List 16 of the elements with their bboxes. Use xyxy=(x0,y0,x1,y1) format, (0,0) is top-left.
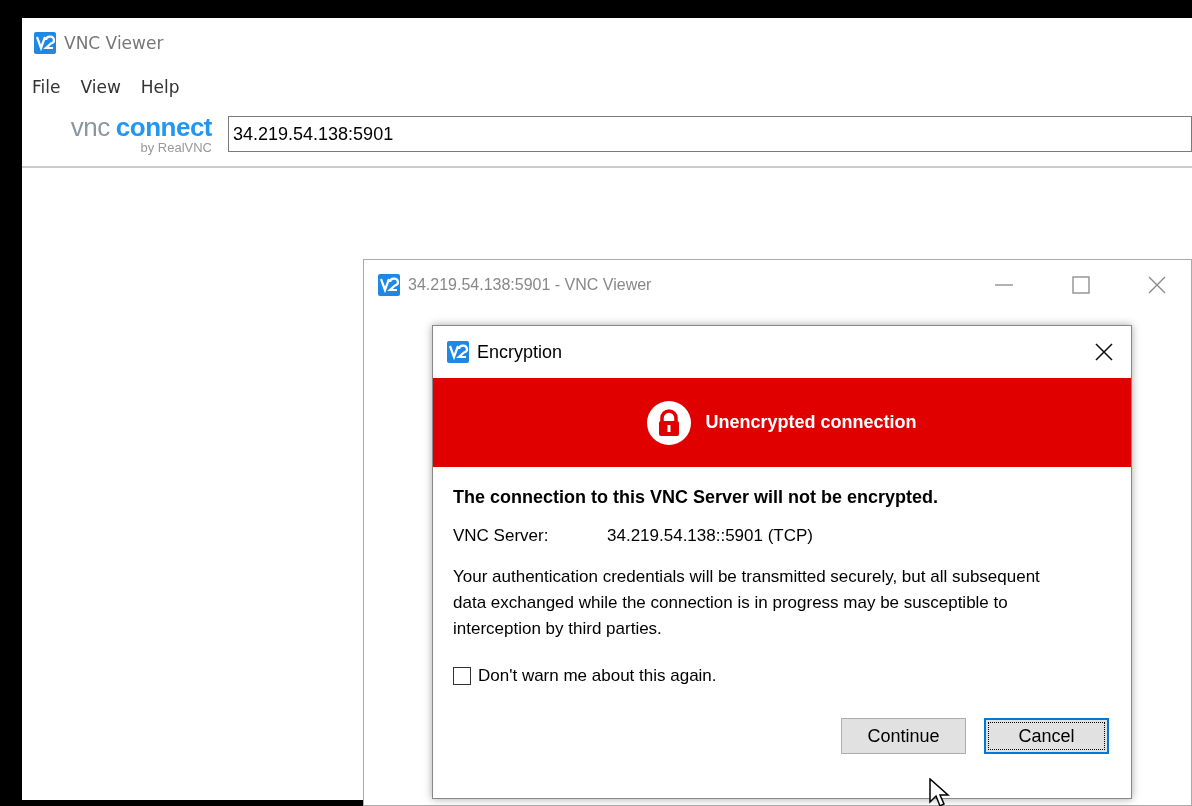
dialog-button[interactable]: Cancel xyxy=(984,718,1109,754)
dialog-heading: The connection to this VNC Server will not be encrypted. xyxy=(453,487,940,508)
address-field[interactable]: 34.219.54.138:5901 xyxy=(228,116,1192,152)
menu-item[interactable]: File xyxy=(32,77,61,97)
message-text: Your authentication credentials will be transmitted securely, but all subsequent data exchanged while the connection is in progress may be susceptible to interception by third parties. xyxy=(453,566,1041,640)
menu-item[interactable]: View xyxy=(80,77,121,97)
dialog-button[interactable]: Continue xyxy=(841,718,966,754)
window-title: VNC Viewer xyxy=(64,33,164,53)
window-title: 34.219.54.138:5901 - VNC Viewer xyxy=(408,276,652,294)
field-label: VNC Server: xyxy=(453,526,550,546)
field-value: 34.219.54.138::5901 (TCP) xyxy=(607,526,814,546)
banner-text: Unencrypted connection xyxy=(705,412,917,433)
app-logo: vnc connect by RealVNC xyxy=(69,113,212,155)
menu-item[interactable]: Help xyxy=(140,77,180,97)
dialog-title: Encryption xyxy=(477,341,563,363)
checkbox-label[interactable]: Don't warn me about this again. xyxy=(478,666,717,686)
